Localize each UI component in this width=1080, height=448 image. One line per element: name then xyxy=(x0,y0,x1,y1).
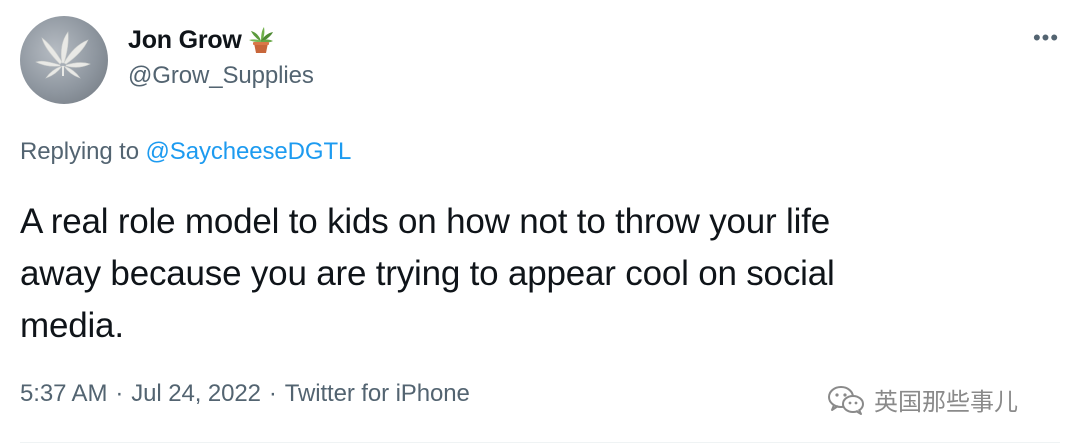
tweet-date[interactable]: Jul 24, 2022 xyxy=(131,380,261,408)
watermark-text: 英国那些事儿 xyxy=(874,389,1018,416)
watermark: 英国那些事儿 xyxy=(826,382,1018,417)
reply-target-link[interactable]: @SaycheeseDGTL xyxy=(146,138,352,165)
tweet-text: A real role model to kids on how not to … xyxy=(20,202,835,345)
avatar[interactable] xyxy=(20,16,108,104)
divider xyxy=(20,442,1060,443)
user-handle[interactable]: @Grow_Supplies xyxy=(128,62,314,90)
replying-to-prefix: Replying to xyxy=(20,138,146,165)
meta-separator: · xyxy=(268,380,277,407)
meta-separator: · xyxy=(115,380,124,407)
tweet-source-link[interactable]: Twitter for iPhone xyxy=(285,380,470,408)
cannabis-leaf-icon xyxy=(35,31,91,79)
display-name-row[interactable]: Jon Grow xyxy=(128,22,276,58)
tweet-card: Jon Grow @Grow_Supplies ••• Replying to … xyxy=(0,0,1080,448)
replying-to-line: Replying to @SaycheeseDGTL xyxy=(20,138,351,166)
display-name[interactable]: Jon Grow xyxy=(128,26,242,55)
tweet-time[interactable]: 5:37 AM xyxy=(20,380,107,408)
tweet-meta: 5:37 AM · Jul 24, 2022 · Twitter for iPh… xyxy=(20,380,470,408)
more-options-button[interactable]: ••• xyxy=(1026,24,1066,52)
potted-plant-icon xyxy=(248,27,273,53)
wechat-icon xyxy=(828,385,864,415)
